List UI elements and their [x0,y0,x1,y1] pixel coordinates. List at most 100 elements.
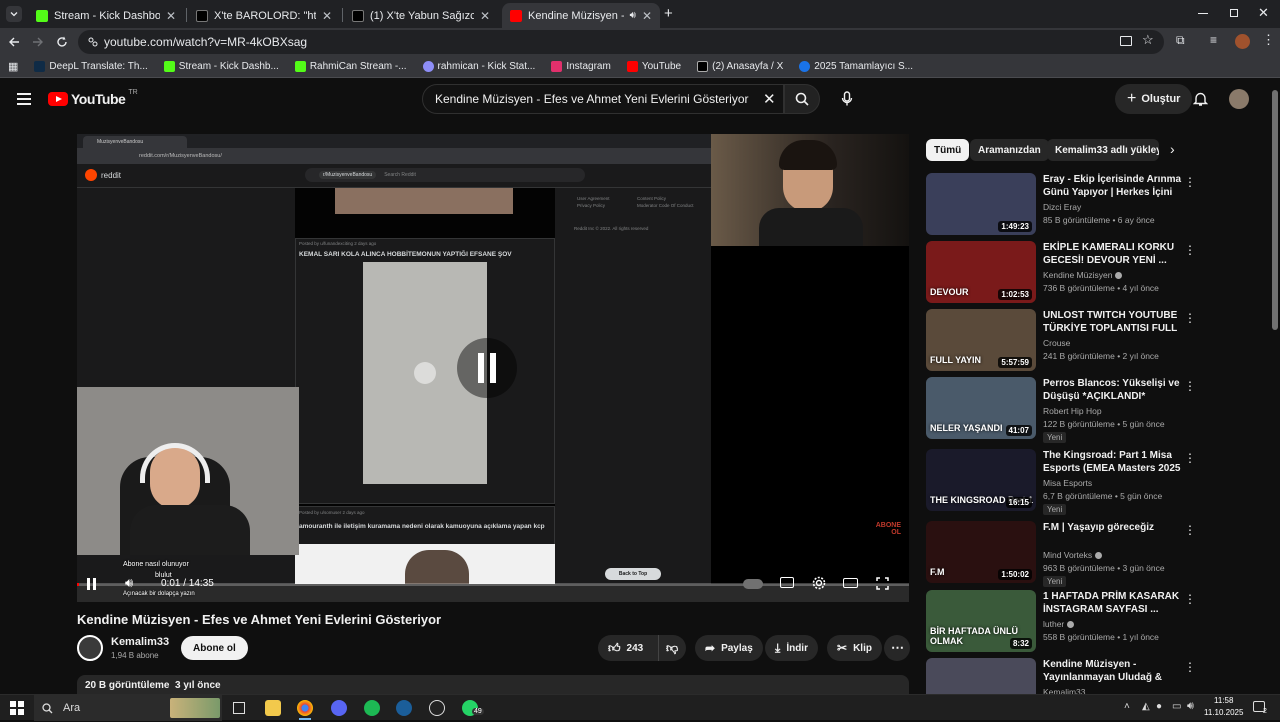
youtube-logo[interactable]: YouTube TR [48,89,138,107]
recommendation-menu-icon[interactable]: ⋮ [1184,592,1196,606]
channel-name[interactable]: Kemalim33 [111,636,169,648]
volume-tray-icon[interactable]: 🔊︎ [1187,700,1194,713]
pause-button[interactable] [87,578,96,590]
theater-mode-icon[interactable] [843,578,858,588]
file-explorer-icon[interactable] [265,700,281,716]
forward-arrow-icon[interactable] [32,36,44,48]
autoplay-toggle[interactable] [743,579,763,589]
recommendation-title[interactable]: F.M | Yaşayıp göreceğiz [1043,521,1183,534]
bookmark-item[interactable]: Instagram [551,61,611,72]
create-button[interactable]: + Oluştur [1115,84,1193,114]
recommendation-item[interactable]: DEVOUR 1:02:53 EKİPLE KAMERALI KORKU GECES… [926,241,1266,305]
subscribe-button[interactable]: Abone ol [181,636,248,660]
search-input[interactable]: Kendine Müzisyen - Efes ve Ahmet Yeni Ev… [422,84,784,114]
recommendation-title[interactable]: EKİPLE KAMERALI KORKU GECESİ! DEVOUR YEN… [1043,241,1183,267]
recommendation-item[interactable]: THE KINGSROAD Part 1 16:15 The Kingsroad: … [926,449,1266,515]
recommendation-menu-icon[interactable]: ⋮ [1184,243,1196,257]
recommendation-item[interactable]: FULL YAYIN 5:57:59 UNLOST TWITCH YOUTUBE T… [926,309,1266,373]
menu-kebab-icon[interactable]: ⋮ [1262,32,1275,48]
hamburger-menu-icon[interactable] [17,93,31,105]
close-window-icon[interactable]: ✕ [1258,5,1269,21]
browser-tab-kick-dashboard[interactable]: Stream - Kick Dashboard ✕ [28,3,184,28]
share-button[interactable]: ➦ Paylaş [695,635,763,661]
recommendation-thumbnail[interactable]: FULL YAYIN 5:57:59 [926,309,1036,371]
tray-chevron-icon[interactable]: ˄ [1124,701,1130,712]
recommendation-menu-icon[interactable]: ⋮ [1184,311,1196,325]
recommendation-menu-icon[interactable]: ⋮ [1184,451,1196,465]
recommendation-channel[interactable]: Misa Esports [1043,478,1092,488]
steam-icon[interactable] [396,700,412,716]
chip-from-uploader[interactable]: Kemalim33 adlı yükleyici [1047,139,1159,161]
display-tray-icon[interactable]: ▭ [1172,701,1181,712]
recommendation-title[interactable]: Eray - Ekip İçerisinde Arınma Günü Yapıy… [1043,173,1183,199]
spotify-icon[interactable] [364,700,380,716]
close-tab-icon[interactable]: ✕ [166,9,176,23]
bookmark-item[interactable]: YouTube [626,61,681,72]
clock-date[interactable]: 11.10.2025 [1204,708,1243,717]
settings-gear-icon[interactable] [812,576,826,590]
recommendation-channel[interactable]: Crouse [1043,338,1070,348]
notifications-bell-icon[interactable] [1193,91,1208,107]
download-button[interactable]: ⤓ İndir [765,635,818,661]
taskbar-search[interactable]: Ara [34,695,222,721]
profile-avatar[interactable] [1235,34,1250,49]
recommendation-menu-icon[interactable]: ⋮ [1184,523,1196,537]
recommendation-menu-icon[interactable]: ⋮ [1184,660,1196,674]
recommendation-thumbnail[interactable]: NELER YAŞANDI 41:07 [926,377,1036,439]
recommendation-thumbnail[interactable]: THE KINGSROAD Part 1 16:15 [926,449,1036,511]
fullscreen-icon[interactable] [876,577,889,590]
clock-time[interactable]: 11:58 [1214,696,1233,705]
page-scrollbar[interactable] [1272,90,1278,330]
recommendation-channel[interactable]: Dizci Eray [1043,202,1081,212]
chips-next-icon[interactable]: › [1170,141,1175,157]
bookmark-item[interactable]: DeepL Translate: Th... [34,61,148,72]
recommendation-title[interactable]: Kendine Müzisyen - Yayınlanmayan Uludağ … [1043,658,1183,684]
dislike-button[interactable]: 👎︎ [658,635,686,661]
subtitles-icon[interactable] [780,577,794,588]
discord-icon[interactable] [331,700,347,716]
recommendation-thumbnail[interactable]: BİR HAFTADA ÜNLÜ OLMAK 8:32 [926,590,1036,652]
recommendation-item[interactable]: NELER YAŞANDI 41:07 Perros Blancos: Yüksel… [926,377,1266,443]
account-avatar[interactable] [1229,89,1249,109]
microphone-tray-icon[interactable]: ● [1156,701,1162,712]
media-control-icon[interactable]: ≡ [1210,33,1217,47]
back-arrow-icon[interactable] [8,36,20,48]
windows-start-icon[interactable] [10,701,24,715]
recommendation-title[interactable]: UNLOST TWITCH YOUTUBE TÜRKİYE TOPLANTISI… [1043,309,1183,335]
clear-search-icon[interactable]: ✕ [763,90,776,108]
recommendation-thumbnail[interactable]: DEVOUR 1:02:53 [926,241,1036,303]
close-tab-icon[interactable]: ✕ [642,9,652,23]
recommendation-thumbnail[interactable]: F.M 1:50:02 [926,521,1036,583]
speaker-icon[interactable]: 🔊︎ [630,10,636,21]
bookmark-item[interactable]: Stream - Kick Dashb... [163,61,279,72]
recommendation-channel[interactable]: Kendine Müzisyen [1043,270,1123,280]
recommendation-item[interactable]: 1:49:23 Eray - Ekip İçerisinde Arınma Gün… [926,173,1266,237]
bookmark-item[interactable]: rahmican - Kick Stat... [422,61,535,72]
cast-icon[interactable] [1120,36,1132,46]
recommendation-item[interactable]: BİR HAFTADA ÜNLÜ OLMAK 8:32 1 HAFTADA PRİM… [926,590,1266,654]
obs-icon[interactable] [429,700,445,716]
task-view-icon[interactable] [233,702,245,714]
extensions-icon[interactable]: ⧉ [1176,33,1185,48]
restore-window-icon[interactable] [1230,9,1238,17]
browser-tab-youtube-active[interactable]: Kendine Müzisyen - Efes ve 🔊︎ ✕ [502,3,660,28]
recommendation-channel[interactable]: Mind Vorteks [1043,550,1103,560]
close-tab-icon[interactable]: ✕ [480,9,490,23]
close-tab-icon[interactable]: ✕ [322,9,332,23]
voice-search-button[interactable] [832,84,862,114]
recommendation-channel[interactable]: Robert Hip Hop [1043,406,1102,416]
like-button[interactable]: 👍︎ 243 [598,635,658,661]
reload-icon[interactable] [56,36,68,48]
bookmark-item[interactable]: 2025 Tamamlayıcı S... [799,61,913,72]
minimize-window-icon[interactable] [1198,13,1208,14]
bookmark-item[interactable]: RahmiCan Stream -... [294,61,407,72]
channel-avatar[interactable] [77,635,103,661]
recommendation-item[interactable]: F.M 1:50:02 F.M | Yaşayıp göreceğiz Mind Vo… [926,521,1266,587]
recommendation-menu-icon[interactable]: ⋮ [1184,379,1196,393]
bookmark-item[interactable]: (2) Anasayfa / X [697,61,783,72]
browser-tab-x-yabun[interactable]: (1) X'te Yabun Sağızcıoğlu: " ✕ [344,3,498,28]
recommendation-title[interactable]: Perros Blancos: Yükselişi ve Düşüşü *AÇI… [1043,377,1183,403]
site-settings-icon[interactable] [87,36,99,48]
more-actions-button[interactable]: ⋯ [884,635,910,661]
bookmark-star-icon[interactable]: ☆ [1142,32,1154,48]
